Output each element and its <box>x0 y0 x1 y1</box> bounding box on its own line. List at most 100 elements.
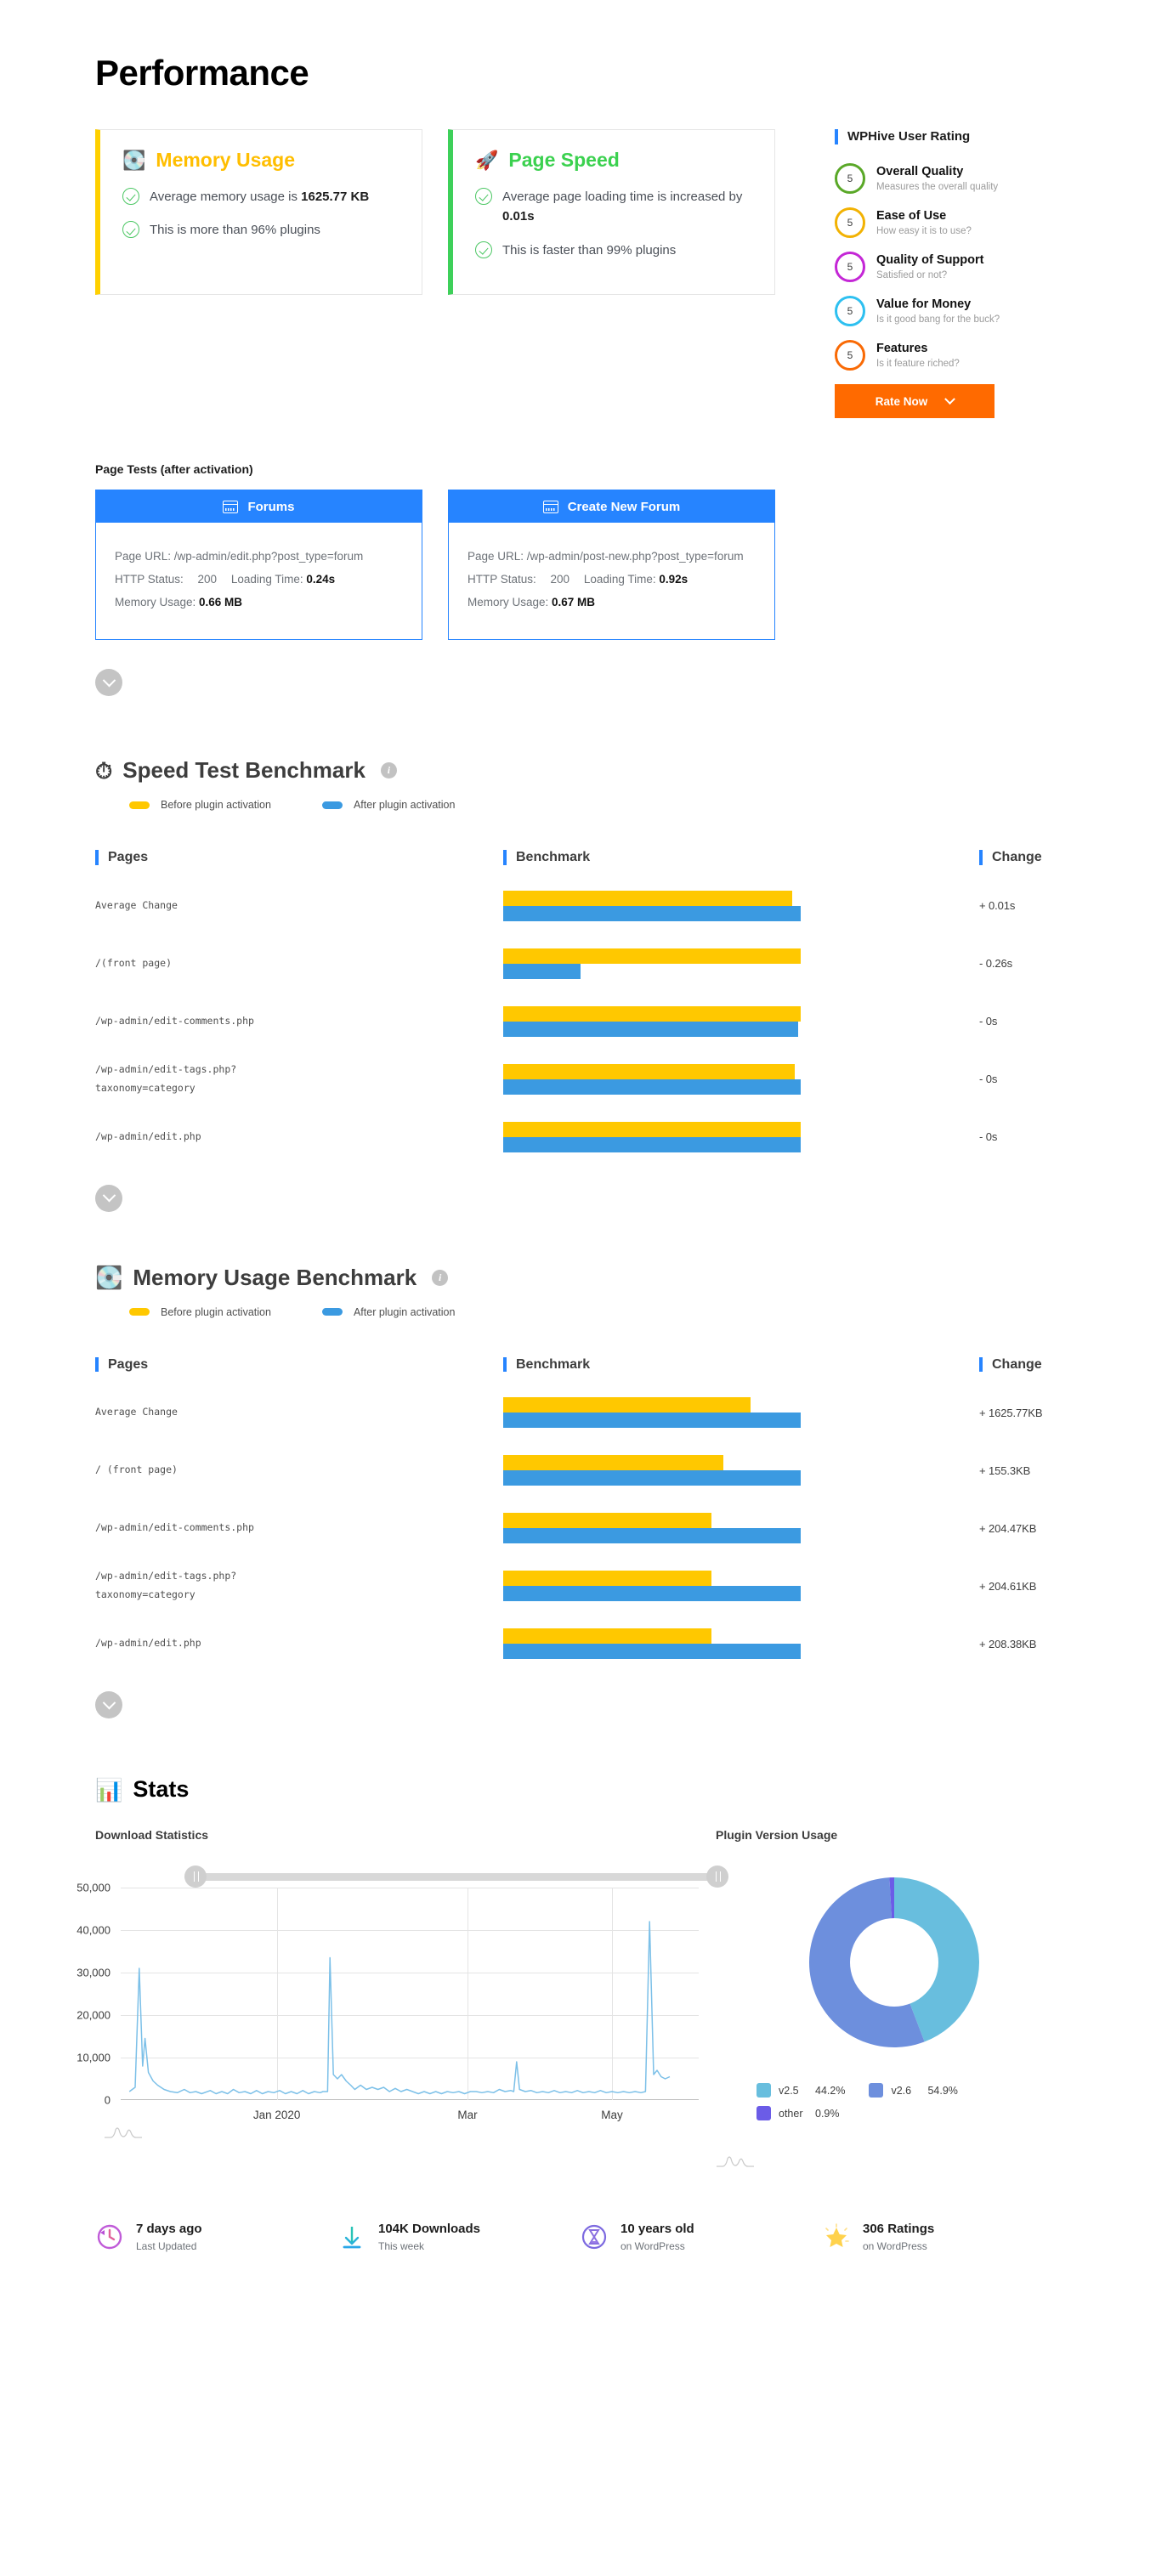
date-range-slider[interactable] <box>184 1865 728 1888</box>
download-statistics-block: Download Statistics 0 10,000 20,000 30,000 4… <box>76 1828 728 2172</box>
page-speed-compare-text: This is faster than 99% plugins <box>502 242 677 258</box>
memory-chip-icon: 💽 <box>122 149 146 171</box>
legend-color-swatch <box>869 2083 884 2098</box>
bar-before-activation <box>503 1397 751 1413</box>
bar-before-activation <box>503 1121 801 1137</box>
memory-usage-compare-text: This is more than 96% plugins <box>150 223 320 238</box>
memory-usage-stat-line: Average memory usage is 1625.77 KB <box>122 187 394 207</box>
http-status: HTTP Status: 200 <box>468 573 570 586</box>
rocket-icon: 🚀 <box>475 149 499 171</box>
speed-benchmark-column-headers: Pages Benchmark Change <box>95 850 1156 865</box>
column-header-pages: Pages <box>95 1356 503 1373</box>
range-track[interactable] <box>184 1873 728 1882</box>
http-status: HTTP Status: 200 <box>115 573 218 586</box>
benchmark-change-value: - 0s <box>979 1015 998 1028</box>
info-icon[interactable]: i <box>432 1269 449 1286</box>
legend-label: other <box>779 2107 803 2120</box>
footer-item-last-updated: 7 days ago Last Updated <box>95 2222 337 2252</box>
range-handle-left[interactable] <box>184 1865 207 1888</box>
sparkline-icon <box>717 2156 754 2167</box>
range-handle-right[interactable] <box>706 1865 728 1888</box>
legend-label: Before plugin activation <box>161 1305 271 1318</box>
memory-benchmark-title-row: 💽 Memory Usage Benchmark i <box>95 1265 1156 1291</box>
wphive-user-rating-title: WPHive User Rating <box>835 129 1081 144</box>
bar-after-activation <box>503 1136 801 1152</box>
stats-title-row: 📊 Stats <box>95 1776 1156 1803</box>
legend-color-swatch <box>129 801 150 809</box>
legend-label: After plugin activation <box>353 1305 456 1318</box>
benchmark-row: /wp-admin/edit.php + 208.38KB <box>95 1615 1156 1673</box>
bar-after-activation <box>503 1528 801 1544</box>
overview-row: 💽 Memory Usage Average memory usage is 1… <box>95 129 1156 418</box>
legend-label: v2.5 <box>779 2084 799 2097</box>
legend-item-other: other 0.9% <box>756 2106 840 2121</box>
rating-item-sub: Satisfied or not? <box>876 269 948 280</box>
benchmark-page-label: /wp-admin/edit.php <box>95 1637 201 1650</box>
plugin-meta-footer: 7 days ago Last Updated 104K Downloads T… <box>95 2222 1064 2252</box>
expand-memory-benchmark-button[interactable] <box>95 1691 122 1719</box>
page-test-card-forums: Forums Page URL: /wp-admin/edit.php?post… <box>95 490 422 640</box>
legend-value: 0.9% <box>815 2107 840 2120</box>
legend-item-after: After plugin activation <box>321 799 456 811</box>
rating-item-name: Ease of Use <box>876 208 947 223</box>
expand-page-tests-button[interactable] <box>95 669 122 696</box>
bar-before-activation <box>503 1005 801 1022</box>
rating-item-value-for-money: 5 Value for Money Is it good bang for th… <box>835 296 1081 326</box>
sparkline-icon <box>105 2127 142 2138</box>
page-test-card-create-new-forum: Create New Forum Page URL: /wp-admin/pos… <box>448 490 775 640</box>
benchmark-bars <box>503 1455 979 1486</box>
chevron-down-icon <box>102 673 116 687</box>
rate-now-button[interactable]: Rate Now <box>835 384 994 418</box>
rating-score-ring: 5 <box>835 207 865 238</box>
benchmark-page-label: /wp-admin/edit-comments.php <box>95 1014 254 1027</box>
rating-item-name: Overall Quality <box>876 164 964 178</box>
benchmark-row: Average Change + 1625.77KB <box>95 1384 1156 1441</box>
rating-score-ring: 5 <box>835 163 865 194</box>
stats-section: 📊 Stats Download Statistics 0 10,000 20,00… <box>76 1776 1156 2172</box>
memory-benchmark-title: Memory Usage Benchmark <box>133 1264 417 1290</box>
x-axis-tick-label: May <box>601 2109 623 2122</box>
browser-window-icon <box>542 500 558 513</box>
benchmark-row: / (front page) + 155.3KB <box>95 1441 1156 1499</box>
page-tests-cards: Forums Page URL: /wp-admin/edit.php?post… <box>95 490 1156 640</box>
legend-item-before: Before plugin activation <box>129 799 271 811</box>
chevron-down-icon <box>102 1188 116 1203</box>
benchmark-page-label: / (front page) <box>95 1464 178 1476</box>
y-axis-tick-label: 10,000 <box>76 2051 110 2064</box>
y-axis-tick-label: 0 <box>104 2093 110 2107</box>
rating-item-sub: Is it feature riched? <box>876 358 960 369</box>
benchmark-page-label: Average Change <box>95 898 178 911</box>
page-test-status-row: HTTP Status: 200 Loading Time: 0.92s <box>468 568 756 591</box>
rating-score-ring: 5 <box>835 340 865 371</box>
legend-value: 44.2% <box>815 2084 846 2097</box>
footer-item-label: This week <box>378 2239 425 2252</box>
footer-item-value: 104K Downloads <box>378 2222 481 2237</box>
footer-item-ratings: 306 Ratings on WordPress <box>822 2222 1064 2252</box>
page-test-url: Page URL: /wp-admin/edit.php?post_type=f… <box>115 550 364 563</box>
benchmark-change-value: + 1625.77KB <box>979 1406 1043 1419</box>
speed-benchmark-rows: Average Change + 0.01s /(front page) - 0.26… <box>95 877 1156 1166</box>
check-circle-icon <box>475 241 492 258</box>
legend-label: After plugin activation <box>353 799 456 811</box>
bar-after-activation <box>503 1644 801 1660</box>
page-speed-stat-line: Average page loading time is increased b… <box>475 187 747 227</box>
page-test-card-body: Page URL: /wp-admin/post-new.php?post_ty… <box>449 523 774 639</box>
benchmark-change-value: - 0s <box>979 1073 998 1086</box>
memory-benchmark-toggle-wrap <box>95 1691 1156 1719</box>
rating-item-name: Quality of Support <box>876 252 984 267</box>
benchmark-row: /wp-admin/edit-tags.php? taxonomy=categor… <box>95 1557 1156 1615</box>
download-line-series <box>128 1921 671 2095</box>
memory-benchmark-column-headers: Pages Benchmark Change <box>95 1356 1156 1373</box>
y-axis-tick-label: 30,000 <box>76 1966 110 1979</box>
download-icon <box>343 2227 361 2249</box>
memory-chip-icon: 💽 <box>95 1265 123 1291</box>
speedometer-icon: ⏱ <box>95 757 113 784</box>
page-title: Performance <box>95 53 309 93</box>
rating-score-ring: 5 <box>835 252 865 282</box>
speed-benchmark-legend: Before plugin activation After plugin ac… <box>129 799 1156 811</box>
y-axis-tick-label: 20,000 <box>76 2008 110 2022</box>
info-icon[interactable]: i <box>380 762 397 778</box>
expand-speed-benchmark-button[interactable] <box>95 1184 122 1212</box>
benchmark-page-label: /wp-admin/edit-comments.php <box>95 1521 254 1534</box>
memory-usage-stat-text: Average memory usage is 1625.77 KB <box>150 190 370 204</box>
